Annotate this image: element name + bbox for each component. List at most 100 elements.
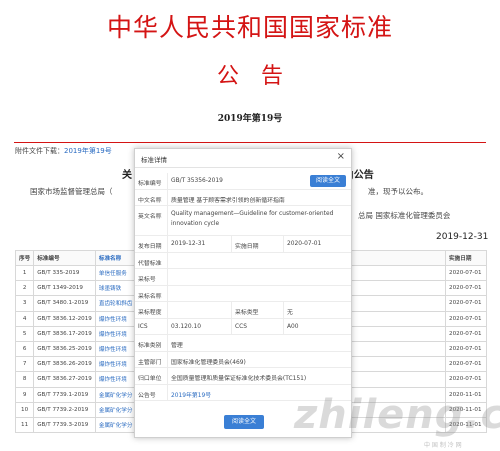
attachment-line: 附件文件下载：2019年第19号 [15, 146, 112, 156]
category-value: 管理 [171, 343, 183, 349]
cell-code: GB/T 3836.17-2019 [33, 325, 96, 342]
announcement-text-left: 国家市场监督管理总局（ [30, 187, 113, 196]
cell-date: 2020-07-01 [445, 356, 487, 373]
column-divider [231, 236, 232, 252]
announcement-date: 2019-12-31 [436, 232, 489, 242]
cell-date: 2020-07-01 [445, 264, 487, 282]
cell-code: GB/T 1349-2019 [33, 280, 96, 297]
row-standard-number: 标准编号 GB/T 35356-2019 阅读全文 [135, 173, 351, 190]
cell-code: GB/T 7739.2-2019 [33, 401, 96, 418]
row-adopted-number: 采标号 [135, 269, 351, 286]
cell-no: 1 [14, 264, 35, 282]
ics-value: 03.120.10 [171, 323, 201, 330]
cell-code: GB/T 7739.3-2019 [33, 416, 96, 434]
cell-no: 3 [14, 295, 35, 312]
chinese-name-label: 中文名称 [138, 189, 168, 205]
implementation-date-label: 实施日期 [235, 244, 259, 250]
category-label: 标准类别 [138, 335, 168, 351]
ccs-value: A00 [287, 323, 299, 330]
cell-no: 10 [14, 401, 35, 418]
row-dates: 发布日期 2019-12-31 实施日期 2020-07-01 [135, 236, 351, 253]
cell-code: GB/T 3836.26-2019 [33, 356, 96, 373]
cell-no: 6 [14, 340, 35, 358]
adopted-number-label: 采标号 [138, 269, 168, 285]
page-subtitle: 公告 [216, 64, 305, 89]
cell-no: 4 [14, 310, 35, 327]
replaced-standard-label: 代替标准 [138, 252, 168, 268]
ccs-label: CCS [235, 323, 247, 330]
cell-date: 2020-07-01 [445, 325, 487, 342]
detail-form: 标准编号 GB/T 35356-2019 阅读全文 中文名称 质量管理 基于顾客… [135, 173, 351, 401]
notice-number-label: 公告号 [138, 384, 168, 400]
row-replaced-standard: 代替标准 [135, 252, 351, 269]
announcement-heading-left: 关 [122, 170, 132, 181]
cell-code: GB/T 3480.1-2019 [33, 295, 96, 312]
row-classification: ICS 03.120.10 CCS A00 [135, 318, 351, 335]
notice-number-link[interactable]: 2019年第19号 [171, 390, 211, 399]
read-full-text-button[interactable]: 阅读全文 [224, 415, 264, 429]
publish-date-label: 发布日期 [138, 236, 168, 252]
cell-code: GB/T 3836.25-2019 [33, 340, 96, 358]
dialog-title: 标准详情 [141, 156, 167, 164]
notice-number: 2019年第19号 [217, 114, 283, 124]
ics-label: ICS [138, 318, 168, 334]
header-date: 实施日期 [445, 250, 487, 266]
column-divider [231, 302, 232, 318]
english-name-label: 英文名称 [138, 206, 168, 235]
adoption-type-label: 采标类型 [235, 310, 259, 316]
responsible-unit-label: 归口单位 [138, 368, 168, 384]
column-divider [231, 318, 232, 334]
cell-no: 11 [14, 416, 35, 434]
column-divider [283, 236, 284, 252]
announcement-heading-right: J公告 [350, 170, 374, 181]
row-chinese-name: 中文名称 质量管理 基于顾客需求引领的创新循环指南 [135, 189, 351, 206]
cell-date: 2020-07-01 [445, 371, 487, 388]
cell-code: GB/T 335-2019 [33, 264, 96, 282]
dialog-header: 标准详情 × [135, 149, 351, 168]
column-divider [283, 302, 284, 318]
cell-code: GB/T 7739.1-2019 [33, 386, 96, 403]
close-icon[interactable]: × [337, 151, 345, 163]
attachment-label: 附件文件下载： [15, 147, 64, 155]
announcement-text-right: 准，现予以公布。 [368, 187, 428, 196]
row-department: 主管部门 国家标准化管理委员会(469) [135, 351, 351, 368]
row-adoption-degree: 采标程度 采标类型 无 [135, 302, 351, 319]
responsible-unit-value: 全国质量管理和质量保证标准化技术委员会(TC151) [171, 376, 307, 382]
cell-code: GB/T 3836.27-2019 [33, 371, 96, 388]
row-responsible-unit: 归口单位 全国质量管理和质量保证标准化技术委员会(TC151) [135, 368, 351, 385]
cell-no: 7 [14, 356, 35, 373]
chinese-name-value: 质量管理 基于顾客需求引领的创新循环指南 [171, 197, 285, 204]
cell-date: 2020-07-01 [445, 340, 487, 358]
page-title: 中华人民共和国国家标准 [106, 13, 393, 42]
cell-date: 2020-07-01 [445, 280, 487, 297]
english-name-value: Quality management—Guideline for custome… [171, 211, 334, 227]
department-value: 国家标准化管理委员会(469) [171, 359, 246, 366]
cell-no: 9 [14, 386, 35, 403]
department-label: 主管部门 [138, 351, 168, 367]
publish-date-value: 2019-12-31 [171, 241, 206, 247]
watermark-logo: zhileng.com [294, 392, 500, 438]
standard-number-label: 标准编号 [138, 173, 168, 189]
cell-no: 2 [14, 280, 35, 297]
adopted-name-label: 采标名称 [138, 285, 168, 301]
header-no: 序号 [14, 250, 35, 266]
divider [14, 142, 486, 143]
standard-number-value: GB/T 35356-2019 [171, 178, 223, 184]
cell-date: 2020-07-01 [445, 295, 487, 312]
cell-no: 5 [14, 325, 35, 342]
read-full-text-button-top[interactable]: 阅读全文 [310, 175, 346, 187]
attachment-link[interactable]: 2019年第19号 [64, 147, 112, 155]
watermark-subtext: 中 国 制 冷 网 [424, 442, 462, 449]
implementation-date-value: 2020-07-01 [287, 241, 322, 247]
adoption-degree-label: 采标程度 [138, 302, 168, 318]
cell-code: GB/T 3836.12-2019 [33, 310, 96, 327]
cell-date: 2020-07-01 [445, 310, 487, 327]
cell-no: 8 [14, 371, 35, 388]
row-adopted-name: 采标名称 [135, 285, 351, 302]
header-code: 标准编号 [33, 250, 96, 266]
row-category: 标准类别 管理 [135, 335, 351, 352]
announcement-signature: 总局 国家标准化管理委员会 [358, 211, 451, 220]
column-divider [283, 318, 284, 334]
adoption-type-value: 无 [287, 310, 293, 316]
row-english-name: 英文名称 Quality management—Guideline for cu… [135, 206, 351, 236]
